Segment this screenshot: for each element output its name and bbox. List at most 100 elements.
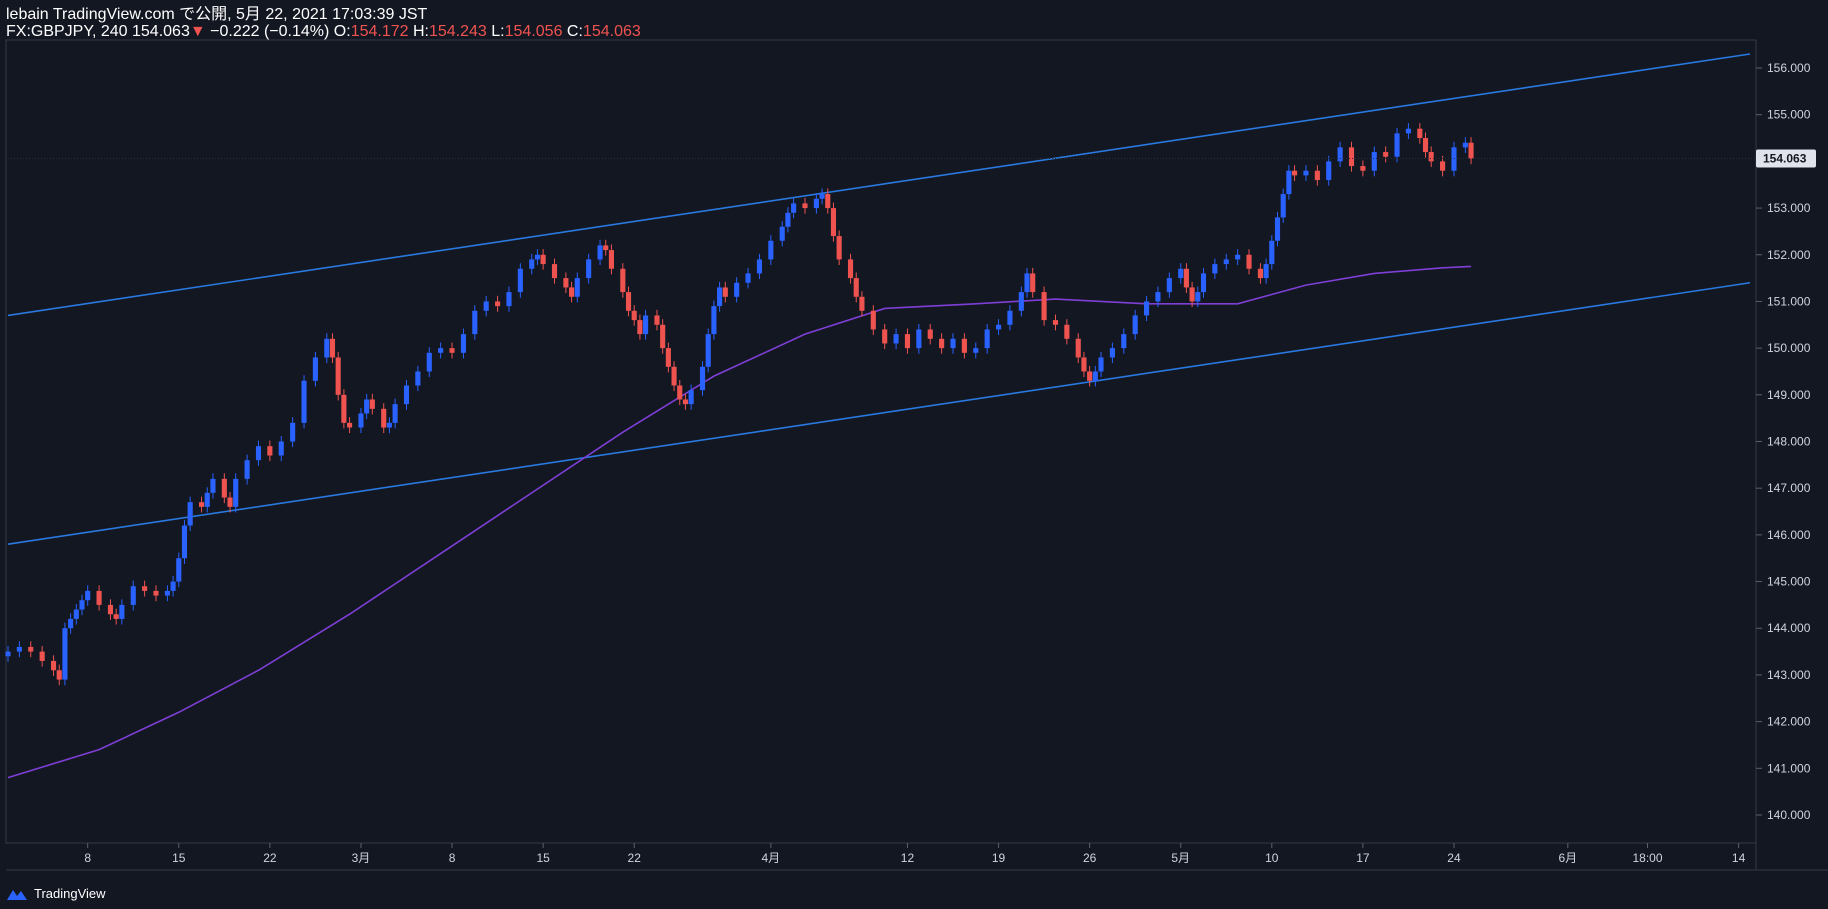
candle-body	[244, 460, 250, 479]
candle-body	[517, 268, 523, 293]
candle-body	[1132, 315, 1138, 335]
candle-body	[426, 352, 432, 372]
candle-body	[1422, 138, 1429, 153]
x-tick-label: 15	[172, 851, 186, 865]
candle-body	[961, 338, 967, 353]
y-tick-label: 152.000	[1767, 248, 1811, 262]
candle-body	[1326, 161, 1332, 181]
candle-body	[153, 590, 159, 596]
candle-body	[1075, 338, 1081, 358]
candle-body	[534, 254, 540, 260]
y-tick-label: 156.000	[1767, 61, 1811, 75]
candle-body	[625, 292, 632, 311]
candle-body	[717, 287, 723, 307]
candle-body	[176, 558, 182, 582]
candle-body	[950, 338, 956, 349]
x-tick-label: 17	[1356, 851, 1370, 865]
candle-body	[927, 329, 933, 339]
last-price-label: 154.063	[1763, 151, 1807, 165]
price-chart[interactable]: 140.000 141.000 142.000 143.000 144.000 145.0…	[0, 0, 1828, 909]
candle-body	[1462, 142, 1468, 148]
x-tick-label: 24	[1447, 851, 1461, 865]
x-tick-label: 8	[84, 851, 91, 865]
candle-body	[1348, 147, 1355, 167]
x-tick-label: 4月	[761, 851, 780, 865]
x-tick-label: 18:00	[1633, 851, 1663, 865]
candle-body	[756, 259, 763, 274]
candle-body	[107, 604, 114, 615]
candle-body	[637, 320, 643, 335]
candle-body	[267, 446, 273, 456]
candle-body	[381, 408, 387, 428]
candle-body	[597, 245, 603, 260]
candle-body	[791, 203, 797, 213]
candle-body	[1144, 301, 1150, 316]
x-tick-label: 22	[263, 851, 277, 865]
candle-body	[1007, 310, 1013, 325]
candle-body	[62, 628, 68, 680]
candle-body	[1280, 194, 1286, 218]
candle-body	[916, 329, 922, 349]
candle-body	[79, 600, 85, 610]
candle-body	[711, 306, 717, 335]
candle-body	[859, 296, 865, 311]
candle-body	[677, 385, 683, 400]
candle-body	[335, 357, 341, 395]
candle-body	[853, 278, 859, 297]
candle-body	[785, 212, 791, 227]
candle-body	[1360, 166, 1366, 171]
candle-body	[324, 338, 330, 358]
candle-body	[1417, 128, 1423, 139]
candle-body	[1041, 292, 1047, 321]
candle-body	[665, 348, 671, 367]
candle-body	[1166, 278, 1172, 293]
candle-body	[312, 357, 318, 381]
candle-body	[369, 399, 375, 409]
candle-body	[779, 226, 785, 241]
candle-body	[415, 371, 421, 386]
candle-body	[654, 315, 660, 325]
candle-body	[301, 380, 307, 423]
candle-body	[1030, 273, 1036, 293]
candle-body	[688, 390, 694, 405]
candle-body	[1428, 152, 1434, 162]
candle-body	[705, 334, 711, 367]
y-tick-label: 141.000	[1767, 761, 1811, 775]
candle-body	[671, 366, 677, 386]
candle-body	[329, 338, 336, 358]
candle-body	[830, 208, 837, 237]
candle-body	[1371, 152, 1377, 171]
candle-body	[620, 268, 626, 293]
candle-body	[802, 203, 808, 209]
candle-body	[210, 478, 216, 493]
candle-body	[540, 254, 546, 265]
tradingview-logo-icon	[7, 889, 27, 900]
x-tick-label: 19	[992, 851, 1006, 865]
footer-brand[interactable]: TradingView	[34, 886, 106, 901]
candle-body	[1451, 147, 1457, 171]
candle-body	[631, 310, 637, 321]
candle-body	[699, 366, 706, 391]
x-tick-label: 12	[901, 851, 915, 865]
candle-body	[1024, 273, 1030, 293]
candle-body	[506, 292, 512, 307]
y-tick-label: 151.000	[1767, 294, 1811, 308]
candle-body	[870, 310, 876, 330]
candle-body	[187, 502, 193, 526]
y-tick-label: 153.000	[1767, 201, 1811, 215]
candle-body	[1257, 268, 1263, 279]
candle-body	[358, 413, 364, 428]
channel-upper-line	[7, 53, 1751, 317]
candle-body	[1286, 170, 1292, 195]
candle-body	[1263, 264, 1269, 279]
candle-body	[1212, 264, 1218, 274]
candle-body	[119, 604, 125, 619]
candle-body	[825, 194, 831, 209]
candle-body	[813, 198, 819, 209]
candle-body	[722, 287, 728, 297]
candle-body	[341, 394, 347, 423]
candle-body	[995, 324, 1002, 330]
candle-body	[1383, 152, 1389, 157]
candle-body	[1178, 268, 1184, 279]
candle-body	[364, 399, 370, 414]
